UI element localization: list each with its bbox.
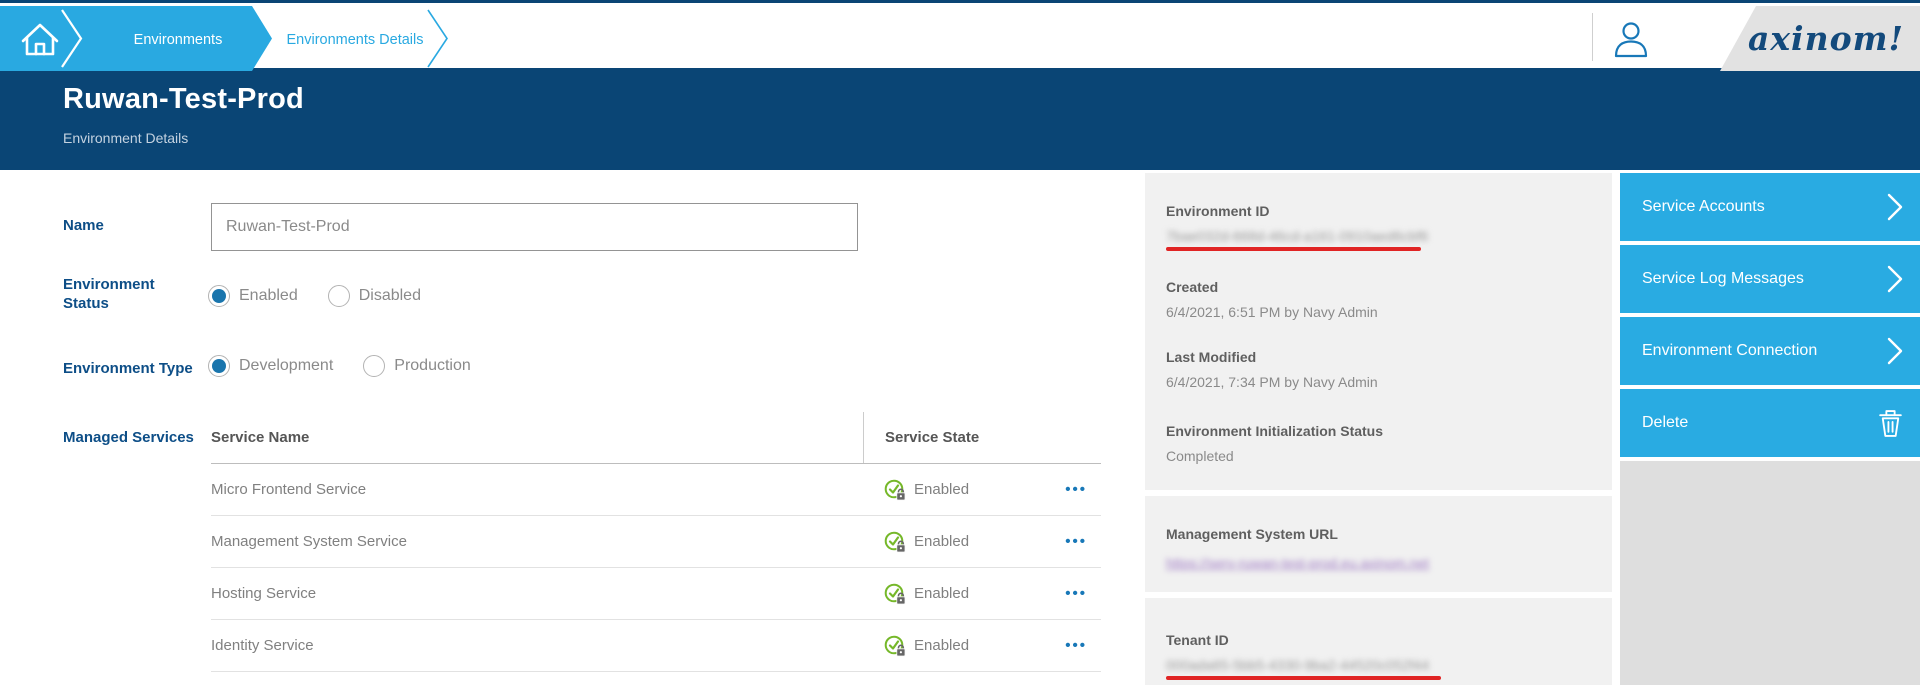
trash-icon [1877, 408, 1904, 439]
chevron-right-icon [1886, 336, 1904, 366]
table-row: Hosting Service Enabled ••• [211, 568, 1101, 620]
radio-development[interactable]: Development [208, 355, 333, 377]
page-header: Ruwan-Test-Prod Environment Details [0, 68, 1920, 170]
service-state-cell: Enabled ••• [863, 479, 1101, 501]
row-menu-button[interactable]: ••• [1065, 534, 1087, 549]
action-panel: Service Accounts Service Log Messages En… [1620, 173, 1920, 685]
table-row: Identity Service Enabled ••• [211, 620, 1101, 672]
page-title: Ruwan-Test-Prod [63, 83, 1920, 116]
radio-production-label: Production [394, 357, 471, 375]
content-area: Name Environment Status Enabled Disabled… [0, 170, 1920, 685]
service-name-cell: Management System Service [211, 533, 863, 550]
action-button-label: Delete [1642, 414, 1688, 432]
radio-enabled-label: Enabled [239, 287, 298, 305]
radio-unselected-icon [363, 355, 385, 377]
service-accounts-button[interactable]: Service Accounts [1620, 173, 1920, 241]
table-row: Micro Frontend Service Enabled ••• [211, 464, 1101, 516]
service-state-text: Enabled [914, 533, 969, 550]
environment-status-radio-group: Enabled Disabled [208, 285, 421, 307]
column-header-service-state: Service State [863, 412, 1101, 463]
breadcrumb: Environments Environments Details [0, 6, 470, 71]
brand-banner: axinom! [1720, 6, 1920, 71]
row-menu-button[interactable]: ••• [1065, 638, 1087, 653]
row-menu-button[interactable]: ••• [1065, 482, 1087, 497]
radio-production[interactable]: Production [363, 355, 471, 377]
table-row: Management System Service Enabled ••• [211, 516, 1101, 568]
top-navigation-bar: Environments Environments Details axinom… [0, 0, 1920, 68]
environment-connection-button[interactable]: Environment Connection [1620, 317, 1920, 385]
service-name-cell: Hosting Service [211, 585, 863, 602]
topbar-divider [1592, 13, 1593, 61]
user-profile-button[interactable] [1610, 18, 1652, 60]
environment-type-radio-group: Development Production [208, 355, 471, 377]
service-log-messages-button[interactable]: Service Log Messages [1620, 245, 1920, 313]
breadcrumb-outline-chevron [428, 10, 447, 67]
table-header-row: Service Name Service State [211, 412, 1101, 464]
service-state-cell: Enabled ••• [863, 635, 1101, 657]
service-state-text: Enabled [914, 585, 969, 602]
delete-button[interactable]: Delete [1620, 389, 1920, 457]
radio-selected-icon [208, 355, 230, 377]
user-icon [1610, 18, 1652, 60]
action-button-label: Environment Connection [1642, 342, 1817, 360]
created-label: Created [1166, 279, 1592, 295]
row-menu-button[interactable]: ••• [1065, 586, 1087, 601]
environment-type-label: Environment Type [63, 359, 193, 378]
tenant-id-label: Tenant ID [1166, 632, 1592, 648]
radio-selected-icon [208, 285, 230, 307]
management-system-url-link[interactable]: https://serv-ruwan-test-prod.eu.axinom.n… [1166, 555, 1429, 571]
redaction-underline [1166, 247, 1421, 251]
redaction-underline [1166, 676, 1441, 680]
radio-development-label: Development [239, 357, 333, 375]
environment-id-label: Environment ID [1166, 203, 1592, 219]
info-section-general: Environment ID 7bae032d-668d-46cd-a161-0… [1145, 173, 1612, 490]
name-input[interactable] [211, 203, 858, 251]
radio-disabled[interactable]: Disabled [328, 285, 421, 307]
created-value: 6/4/2021, 6:51 PM by Navy Admin [1166, 304, 1592, 320]
service-name-cell: Identity Service [211, 637, 863, 654]
breadcrumb-item-environments-details[interactable]: Environments Details [287, 32, 424, 48]
last-modified-label: Last Modified [1166, 349, 1592, 365]
info-section-management-url: Management System URL https://serv-ruwan… [1145, 496, 1612, 592]
environment-details-page: Environments Environments Details axinom… [0, 0, 1920, 685]
radio-unselected-icon [328, 285, 350, 307]
info-section-tenant: Tenant ID 000ada65-5bb5-4330-9ba2-44520c… [1145, 598, 1612, 685]
environment-info-panel: Environment ID 7bae032d-668d-46cd-a161-0… [1145, 173, 1612, 685]
radio-enabled[interactable]: Enabled [208, 285, 298, 307]
page-subtitle: Environment Details [63, 130, 1920, 146]
action-button-label: Service Log Messages [1642, 270, 1804, 288]
service-enabled-lock-icon [884, 583, 906, 605]
environment-id-value: 7bae032d-668d-46cd-a161-0910aed6cbf6 [1166, 228, 1428, 244]
chevron-right-icon [1886, 192, 1904, 222]
service-enabled-lock-icon [884, 479, 906, 501]
service-state-text: Enabled [914, 481, 969, 498]
chevron-right-icon [1886, 264, 1904, 294]
axinom-logo: axinom! [1748, 19, 1904, 58]
service-state-text: Enabled [914, 637, 969, 654]
initialization-status-value: Completed [1166, 448, 1592, 464]
breadcrumb-item-environments[interactable]: Environments [134, 32, 223, 48]
action-button-label: Service Accounts [1642, 198, 1765, 216]
last-modified-value: 6/4/2021, 7:34 PM by Navy Admin [1166, 374, 1592, 390]
managed-services-label: Managed Services [63, 428, 194, 447]
radio-disabled-label: Disabled [359, 287, 421, 305]
service-name-cell: Micro Frontend Service [211, 481, 863, 498]
name-label: Name [63, 216, 104, 235]
service-state-cell: Enabled ••• [863, 531, 1101, 553]
service-enabled-lock-icon [884, 635, 906, 657]
action-panel-background [1620, 461, 1920, 685]
column-header-service-name: Service Name [211, 412, 863, 463]
managed-services-table: Service Name Service State Micro Fronten… [211, 412, 1101, 672]
service-enabled-lock-icon [884, 531, 906, 553]
service-state-cell: Enabled ••• [863, 583, 1101, 605]
environment-status-label: Environment Status [63, 275, 163, 313]
tenant-id-value: 000ada65-5bb5-4330-9ba2-44520c052f44 [1166, 657, 1429, 673]
initialization-status-label: Environment Initialization Status [1166, 423, 1592, 439]
management-system-url-label: Management System URL [1166, 526, 1592, 542]
